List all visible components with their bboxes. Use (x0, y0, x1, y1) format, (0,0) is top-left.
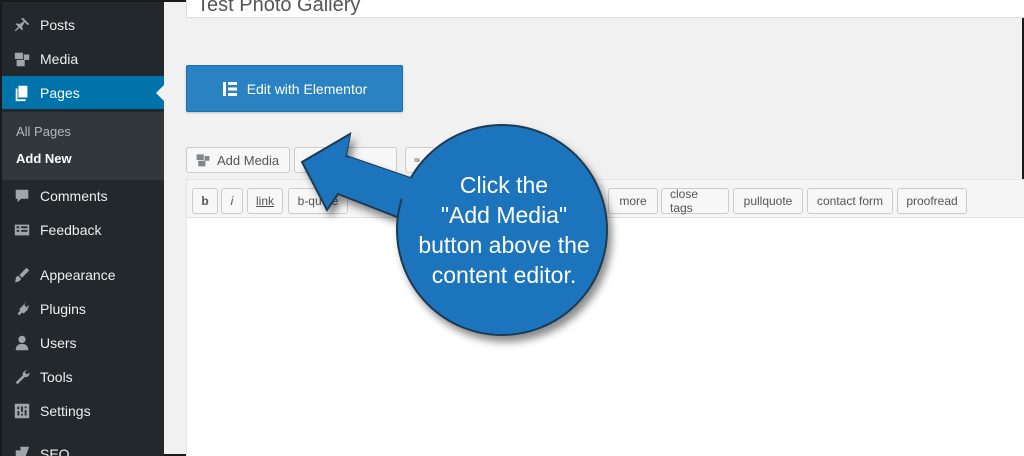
qt-bold-button[interactable]: b (192, 188, 218, 214)
seo-icon (12, 444, 32, 456)
sidebar-item-settings[interactable]: Settings (2, 394, 164, 428)
callout-line: Click the (459, 172, 549, 198)
add-media-icon (196, 154, 210, 167)
sidebar-item-tools[interactable]: Tools (2, 360, 164, 394)
add-media-button[interactable]: Add Media (186, 147, 290, 173)
sidebar-item-label: Plugins (40, 301, 86, 317)
sidebar-item-seo[interactable]: SEO (2, 437, 164, 456)
pages-submenu: All Pages Add New (2, 112, 164, 180)
submenu-add-new[interactable]: Add New (16, 151, 72, 166)
sidebar-item-media[interactable]: Media (2, 42, 164, 76)
quicktags-toolbar: b i link b-quote more close tags pullquo… (187, 180, 1024, 218)
sidebar-item-label: Users (40, 335, 77, 351)
qt-italic-button[interactable]: i (221, 188, 243, 214)
post-title-input[interactable]: Test Photo Gallery (186, 0, 1024, 18)
sidebar-item-users[interactable]: Users (2, 326, 164, 360)
sidebar-item-label: Appearance (40, 267, 116, 283)
sidebar-item-label: Tools (40, 369, 73, 385)
plug-icon (12, 299, 32, 319)
sidebar-item-label: Comments (40, 188, 108, 204)
qt-more-button[interactable]: more (608, 188, 658, 214)
sidebar-item-posts[interactable]: Posts (2, 8, 164, 42)
user-icon (12, 333, 32, 353)
add-media-label: Add Media (217, 152, 280, 168)
sidebar-item-label: Posts (40, 17, 76, 33)
sidebar-item-label: SEO (40, 446, 70, 456)
qt-proofread-button[interactable]: proofread (897, 188, 967, 214)
sidebar-item-label: Media (40, 51, 79, 67)
submenu-all-pages[interactable]: All Pages (16, 124, 71, 139)
edit-with-elementor-button[interactable]: Edit with Elementor (186, 65, 403, 112)
sidebar-item-comments[interactable]: Comments (2, 179, 164, 213)
sidebar-item-appearance[interactable]: Appearance (2, 258, 164, 292)
callout-line: button above the (418, 232, 590, 258)
callout-line: content editor. (431, 262, 577, 288)
sidebar-item-feedback[interactable]: Feedback (2, 213, 164, 247)
qt-close-tags-button[interactable]: close tags (661, 187, 729, 215)
pin-icon (12, 15, 32, 35)
content-editor[interactable]: b i link b-quote more close tags pullquo… (186, 179, 1024, 456)
sidebar-item-plugins[interactable]: Plugins (2, 292, 164, 326)
callout-text: Click the "Add Media" button above the c… (404, 170, 604, 290)
brush-icon (12, 265, 32, 285)
media-icon (12, 49, 32, 69)
sidebar-item-pages[interactable]: Pages (2, 76, 164, 109)
add-gallery-label: Add Gallery (324, 145, 366, 175)
elementor-button-label: Edit with Elementor (246, 80, 368, 97)
settings-icon (12, 401, 32, 421)
gallery-icon (304, 159, 317, 165)
add-gallery-button[interactable]: Add Gallery (294, 145, 397, 175)
qt-pullquote-button[interactable]: pullquote (733, 188, 803, 214)
sidebar-item-label: Feedback (40, 222, 102, 238)
wrench-icon (12, 367, 32, 387)
form-icon (414, 158, 420, 162)
qt-link-button[interactable]: link (247, 188, 283, 214)
admin-sidebar: Posts Media Pages All Pages Add New Comm… (2, 2, 164, 456)
sidebar-item-label: Pages (40, 84, 80, 101)
feedback-icon (12, 220, 32, 240)
callout-line: "Add Media" (440, 202, 568, 228)
pages-icon (12, 83, 32, 103)
qt-bquote-button[interactable]: b-quote (288, 188, 348, 214)
comments-icon (12, 186, 32, 206)
qt-contact-form-button[interactable]: contact form (807, 188, 893, 214)
sidebar-item-label: Settings (40, 403, 91, 419)
elementor-icon (222, 81, 238, 97)
